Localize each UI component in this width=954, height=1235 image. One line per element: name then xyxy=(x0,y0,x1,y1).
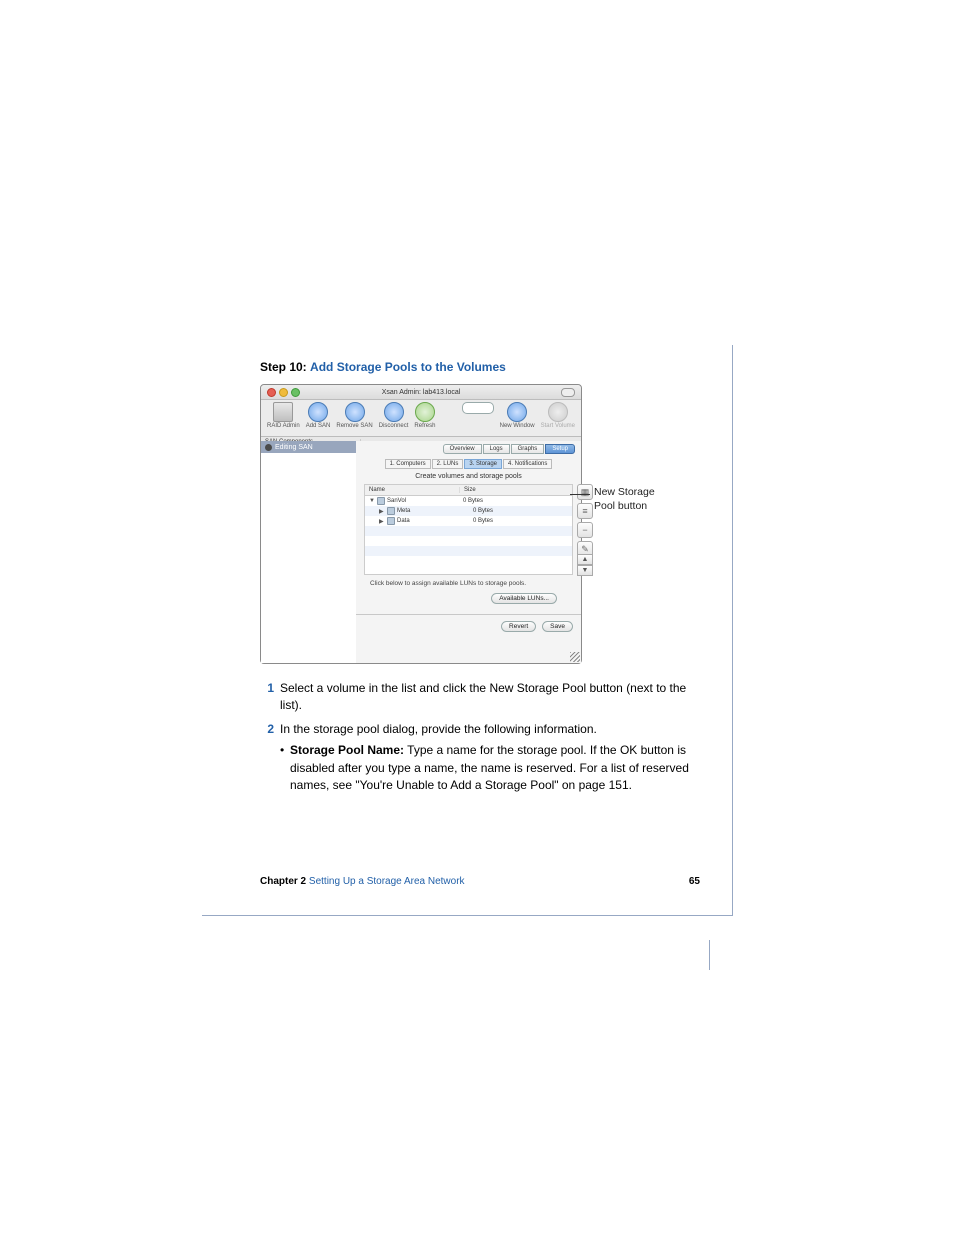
col-size: Size xyxy=(460,487,572,493)
revert-button[interactable]: Revert xyxy=(501,621,536,632)
tab-logs[interactable]: Logs xyxy=(483,444,510,454)
move-down-button[interactable]: ▼ xyxy=(577,565,593,576)
tab-overview[interactable]: Overview xyxy=(443,444,482,454)
search-wrap xyxy=(441,402,493,415)
sub-item-label: Storage Pool Name: xyxy=(290,743,404,757)
list-row[interactable]: ▶Meta 0 Bytes xyxy=(365,506,572,516)
sidebar: Editing SAN xyxy=(261,441,357,663)
disclosure-icon[interactable]: ▼ xyxy=(369,498,375,504)
remove-san-button[interactable]: Remove SAN xyxy=(336,402,372,429)
new-volume-button[interactable]: ▦ xyxy=(577,484,593,500)
list-row[interactable]: ▼SanVol 0 Bytes xyxy=(365,496,572,506)
item-text: In the storage pool dialog, provide the … xyxy=(280,722,597,736)
item-text: Select a volume in the list and click th… xyxy=(280,680,700,715)
app-window: Xsan Admin: lab413.local RAID Admin Add … xyxy=(260,384,582,664)
remove-button[interactable]: − xyxy=(577,522,593,538)
resize-handle-icon[interactable] xyxy=(570,652,580,662)
panel-subtitle: Create volumes and storage pools xyxy=(356,473,581,480)
item-number: 1 xyxy=(260,680,274,715)
list-row xyxy=(365,526,572,536)
new-window-button[interactable]: New Window xyxy=(500,402,535,429)
disconnect-icon xyxy=(384,402,404,422)
chapter-title: Setting Up a Storage Area Network xyxy=(309,876,465,887)
refresh-button[interactable]: Refresh xyxy=(414,402,435,429)
list-body[interactable]: ▼SanVol 0 Bytes ▶Meta 0 Bytes ▶Data 0 By… xyxy=(364,496,573,575)
screenshot-wrapper: Xsan Admin: lab413.local RAID Admin Add … xyxy=(260,384,700,664)
view-tabs: Overview Logs Graphs Setup xyxy=(356,441,581,457)
minimize-icon[interactable] xyxy=(279,388,288,397)
tab-setup[interactable]: Setup xyxy=(545,444,575,454)
page-footer: Chapter 2 Setting Up a Storage Area Netw… xyxy=(260,876,700,887)
raid-admin-icon xyxy=(273,402,293,422)
list-row xyxy=(365,556,572,566)
start-volume-button: Start Volume xyxy=(541,402,575,429)
sidebar-item-editing-san[interactable]: Editing SAN xyxy=(261,441,356,453)
action-bar: Revert Save xyxy=(356,614,581,638)
toolbar-toggle-icon[interactable] xyxy=(561,388,575,397)
disclosure-icon[interactable]: ▶ xyxy=(379,518,385,525)
list-row xyxy=(365,546,572,556)
page-number: 65 xyxy=(689,876,700,887)
step-luns[interactable]: 2. LUNs xyxy=(432,459,464,469)
start-volume-icon xyxy=(548,402,568,422)
disclosure-icon[interactable]: ▶ xyxy=(379,508,385,515)
step-title: Add Storage Pools to the Volumes xyxy=(310,360,506,374)
step-computers[interactable]: 1. Computers xyxy=(385,459,431,469)
add-san-icon xyxy=(308,402,328,422)
setup-steps: 1. Computers 2. LUNs 3. Storage 4. Notif… xyxy=(356,459,581,469)
list-row xyxy=(365,536,572,546)
instruction-list: 1 Select a volume in the list and click … xyxy=(260,680,700,794)
step-number: Step 10: xyxy=(260,360,307,374)
raid-admin-button[interactable]: RAID Admin xyxy=(267,402,300,429)
toolbar: RAID Admin Add SAN Remove SAN Disconnect… xyxy=(261,400,581,437)
remove-san-icon xyxy=(345,402,365,422)
list-row[interactable]: ▶Data 0 Bytes xyxy=(365,516,572,526)
volume-icon xyxy=(377,497,385,505)
page-content: Step 10: Add Storage Pools to the Volume… xyxy=(260,360,700,800)
pool-icon xyxy=(387,517,395,525)
pool-icon xyxy=(387,507,395,515)
footer-left: Chapter 2 Setting Up a Storage Area Netw… xyxy=(260,876,465,887)
item-number: 2 xyxy=(260,721,274,795)
sub-list: Storage Pool Name: Type a name for the s… xyxy=(280,742,700,794)
close-icon[interactable] xyxy=(267,388,276,397)
volume-list: Name Size ▼SanVol 0 Bytes ▶Meta 0 Bytes xyxy=(364,484,573,574)
move-up-button[interactable]: ▲ xyxy=(577,554,593,565)
sub-item: Storage Pool Name: Type a name for the s… xyxy=(280,742,700,794)
instruction-item: 2 In the storage pool dialog, provide th… xyxy=(260,721,700,795)
main-panel: Overview Logs Graphs Setup 1. Computers … xyxy=(356,441,581,663)
step-heading: Step 10: Add Storage Pools to the Volume… xyxy=(260,360,700,374)
search-input[interactable] xyxy=(462,402,494,414)
add-san-button[interactable]: Add SAN xyxy=(306,402,331,429)
page: Step 10: Add Storage Pools to the Volume… xyxy=(0,0,954,1235)
window-title: Xsan Admin: lab413.local xyxy=(382,389,461,396)
zoom-icon[interactable] xyxy=(291,388,300,397)
tab-graphs[interactable]: Graphs xyxy=(511,444,545,454)
traffic-lights[interactable] xyxy=(267,388,300,397)
new-storage-pool-button[interactable]: ≡ xyxy=(577,503,593,519)
new-window-icon xyxy=(507,402,527,422)
col-name: Name xyxy=(365,487,460,493)
chapter-label: Chapter 2 xyxy=(260,876,306,887)
available-luns-button[interactable]: Available LUNs... xyxy=(491,593,557,604)
disconnect-button[interactable]: Disconnect xyxy=(379,402,409,429)
step-notifications[interactable]: 4. Notifications xyxy=(503,459,552,469)
reorder-arrows: ▲ ▼ xyxy=(577,554,591,576)
callout-label: New Storage Pool button xyxy=(594,486,655,513)
page-tick xyxy=(709,940,710,970)
available-luns-wrap: Available LUNs... xyxy=(356,593,557,604)
window-titlebar: Xsan Admin: lab413.local xyxy=(261,385,581,400)
instruction-item: 1 Select a volume in the list and click … xyxy=(260,680,700,715)
callout-line xyxy=(570,494,590,495)
refresh-icon xyxy=(415,402,435,422)
status-dot-icon xyxy=(265,444,272,451)
list-header: Name Size xyxy=(364,484,573,496)
save-button[interactable]: Save xyxy=(542,621,573,632)
step-storage[interactable]: 3. Storage xyxy=(464,459,502,469)
hint-text: Click below to assign available LUNs to … xyxy=(356,580,581,587)
